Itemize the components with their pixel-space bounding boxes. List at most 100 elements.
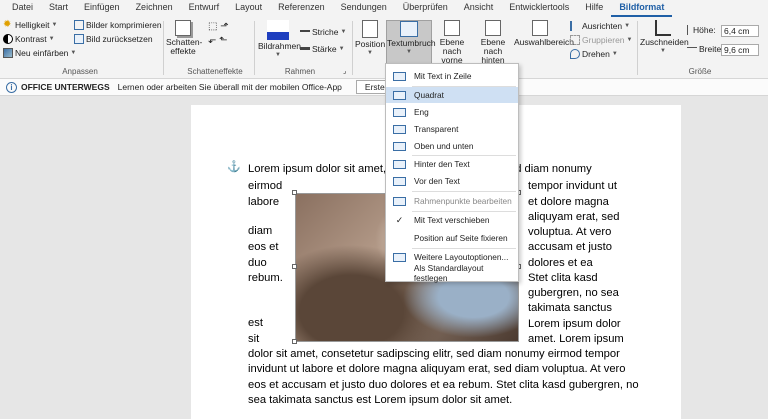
info-bar: i OFFICE UNTERWEGS Lernen oder arbeiten … [0, 79, 768, 96]
text-wrap-dropdown: Mit Text in Zeile Quadrat Eng Transparen… [385, 63, 519, 283]
text-line: gubergren, no sea [528, 287, 619, 299]
menu-item-vor-den-text[interactable]: Vor den Text [386, 173, 518, 189]
tab-einfuegen[interactable]: Einfügen [76, 0, 128, 17]
divider [352, 21, 353, 75]
ausrichten-button[interactable]: Ausrichten ▼ [570, 21, 630, 31]
tab-ueberpruefen[interactable]: Überprüfen [395, 0, 456, 17]
text-line: dolores et ea [528, 257, 593, 269]
info-icon: i [6, 81, 17, 93]
breite-label: Breite: [687, 44, 724, 54]
in-front-of-text-icon [393, 176, 406, 186]
top-bottom-wrap-icon [393, 141, 406, 151]
compress-icon [74, 20, 84, 30]
text-line: eos et [248, 241, 279, 253]
divider [254, 21, 255, 75]
text-line: eirmod [248, 180, 283, 192]
tab-datei[interactable]: Datei [4, 0, 41, 17]
menu-item-position-fixieren[interactable]: Position auf Seite fixieren [386, 230, 518, 246]
recolor-icon [3, 48, 13, 58]
gruppieren-button[interactable]: Gruppieren ▼ [570, 35, 632, 45]
edit-wrap-points-icon [393, 196, 406, 206]
text-line: diam [248, 225, 273, 237]
shadow-nudge-icons-2[interactable]: ⬐ ⬑ [208, 35, 228, 46]
menu-item-eng[interactable]: Eng [386, 104, 518, 120]
text-line: voluptua. At vero [528, 226, 612, 238]
dashes-icon [300, 30, 310, 34]
tab-bildformat[interactable]: Bildformat [611, 0, 673, 17]
square-wrap-icon [393, 90, 406, 100]
rahmen-dialog-launcher[interactable]: ⌟ [343, 67, 346, 75]
resize-handle[interactable] [292, 264, 297, 269]
width-icon [687, 47, 697, 51]
textumbruch-button[interactable]: Textumbruch ▼ [386, 20, 436, 64]
tab-referenzen[interactable]: Referenzen [270, 0, 333, 17]
menu-item-hinter-den-text[interactable]: Hinter den Text [386, 156, 518, 172]
bild-zuruecksetzen-button[interactable]: Bild zurücksetzen [74, 34, 153, 44]
group-label-anpassen: Anpassen [62, 67, 98, 76]
breite-input[interactable]: 9,6 cm [721, 44, 759, 56]
tab-entwurf[interactable]: Entwurf [181, 0, 228, 17]
picture-border-icon [267, 20, 289, 40]
menu-item-oben-und-unten[interactable]: Oben und unten [386, 138, 518, 154]
divider [637, 21, 638, 75]
helligkeit-button[interactable]: ✹ Helligkeit ▼ [3, 19, 57, 31]
reset-image-icon [74, 34, 84, 44]
menu-item-transparent[interactable]: Transparent [386, 121, 518, 137]
text-line: eos et accusam et justo duo dolores et e… [248, 379, 639, 391]
schatteneffekte-button[interactable]: Schatten- effekte [166, 20, 202, 56]
menu-item-mit-text-in-zeile[interactable]: Mit Text in Zeile [386, 68, 518, 84]
text-line: takimata sanctus [528, 302, 612, 314]
staerke-button[interactable]: Stärke ▼ [300, 44, 345, 54]
resize-handle[interactable] [292, 190, 297, 195]
menu-item-als-standardlayout[interactable]: Als Standardlayout festlegen [386, 263, 518, 283]
tab-zeichnen[interactable]: Zeichnen [128, 0, 181, 17]
group-label-schatteneffekte: Schatteneffekte [187, 67, 243, 76]
nudge-shadow-icon: ⬚ ⬏ [208, 21, 229, 32]
align-icon [570, 21, 580, 31]
menu-separator [412, 191, 516, 192]
info-message: Lernen oder arbeiten Sie überall mit der… [117, 82, 342, 92]
tab-ansicht[interactable]: Ansicht [456, 0, 502, 17]
ebene-nach-hinten-button[interactable]: Ebene nach hinten [472, 20, 514, 65]
position-button[interactable]: Position ▼ [355, 20, 385, 58]
send-backward-icon [485, 20, 501, 36]
auswahlbereich-button[interactable]: Auswahlbereich [514, 20, 574, 47]
hoehe-input[interactable]: 6,4 cm [721, 25, 759, 37]
hoehe-label: Höhe: [687, 25, 716, 35]
resize-handle[interactable] [292, 339, 297, 344]
anchor-icon: ⚓ [227, 161, 241, 173]
tight-wrap-icon [393, 107, 406, 117]
sun-icon: ✹ [3, 19, 12, 30]
zuschneiden-button[interactable]: Zuschneiden ▼ [640, 20, 689, 56]
bildrahmen-button[interactable]: Bildrahmen ▼ [258, 20, 301, 60]
menu-item-quadrat[interactable]: Quadrat [386, 87, 518, 103]
text-line: aliquyam erat, sed [528, 211, 620, 223]
ebene-nach-vorne-button[interactable]: Ebene nach vorne [432, 20, 472, 65]
text-line: est [248, 317, 263, 329]
menu-item-rahmenpunkte-bearbeiten[interactable]: Rahmenpunkte bearbeiten [386, 193, 518, 209]
crop-icon [655, 20, 671, 36]
tab-sendungen[interactable]: Sendungen [333, 0, 395, 17]
text-line: rebum. [248, 272, 283, 284]
neu-einfaerben-button[interactable]: Neu einfärben ▼ [3, 48, 76, 58]
bilder-komprimieren-button[interactable]: Bilder komprimieren [74, 20, 162, 30]
drehen-button[interactable]: Drehen ▼ [570, 49, 618, 59]
kontrast-button[interactable]: Kontrast ▼ [3, 34, 55, 44]
text-line: ed diam nonumy [509, 163, 592, 175]
info-title: OFFICE UNTERWEGS [21, 82, 110, 92]
through-wrap-icon [393, 124, 406, 134]
weight-icon [300, 46, 310, 52]
bring-forward-icon [444, 20, 460, 36]
striche-button[interactable]: Striche ▼ [300, 27, 346, 37]
tab-entwicklertools[interactable]: Entwicklertools [501, 0, 577, 17]
text-line: Lorem ipsum dolor [528, 318, 621, 330]
ribbon-tabs: Datei Start Einfügen Zeichnen Entwurf La… [0, 0, 768, 17]
tab-hilfe[interactable]: Hilfe [577, 0, 611, 17]
menu-item-mit-text-verschieben[interactable]: ✓ Mit Text verschieben [386, 212, 518, 228]
text-line: dolor sit amet, consetetur sadipscing el… [248, 348, 620, 360]
tab-layout[interactable]: Layout [227, 0, 270, 17]
rotate-icon [570, 49, 580, 59]
shadow-nudge-icons[interactable]: ⬚ ⬏ [208, 21, 229, 32]
inline-wrap-icon [393, 71, 406, 81]
tab-start[interactable]: Start [41, 0, 76, 17]
